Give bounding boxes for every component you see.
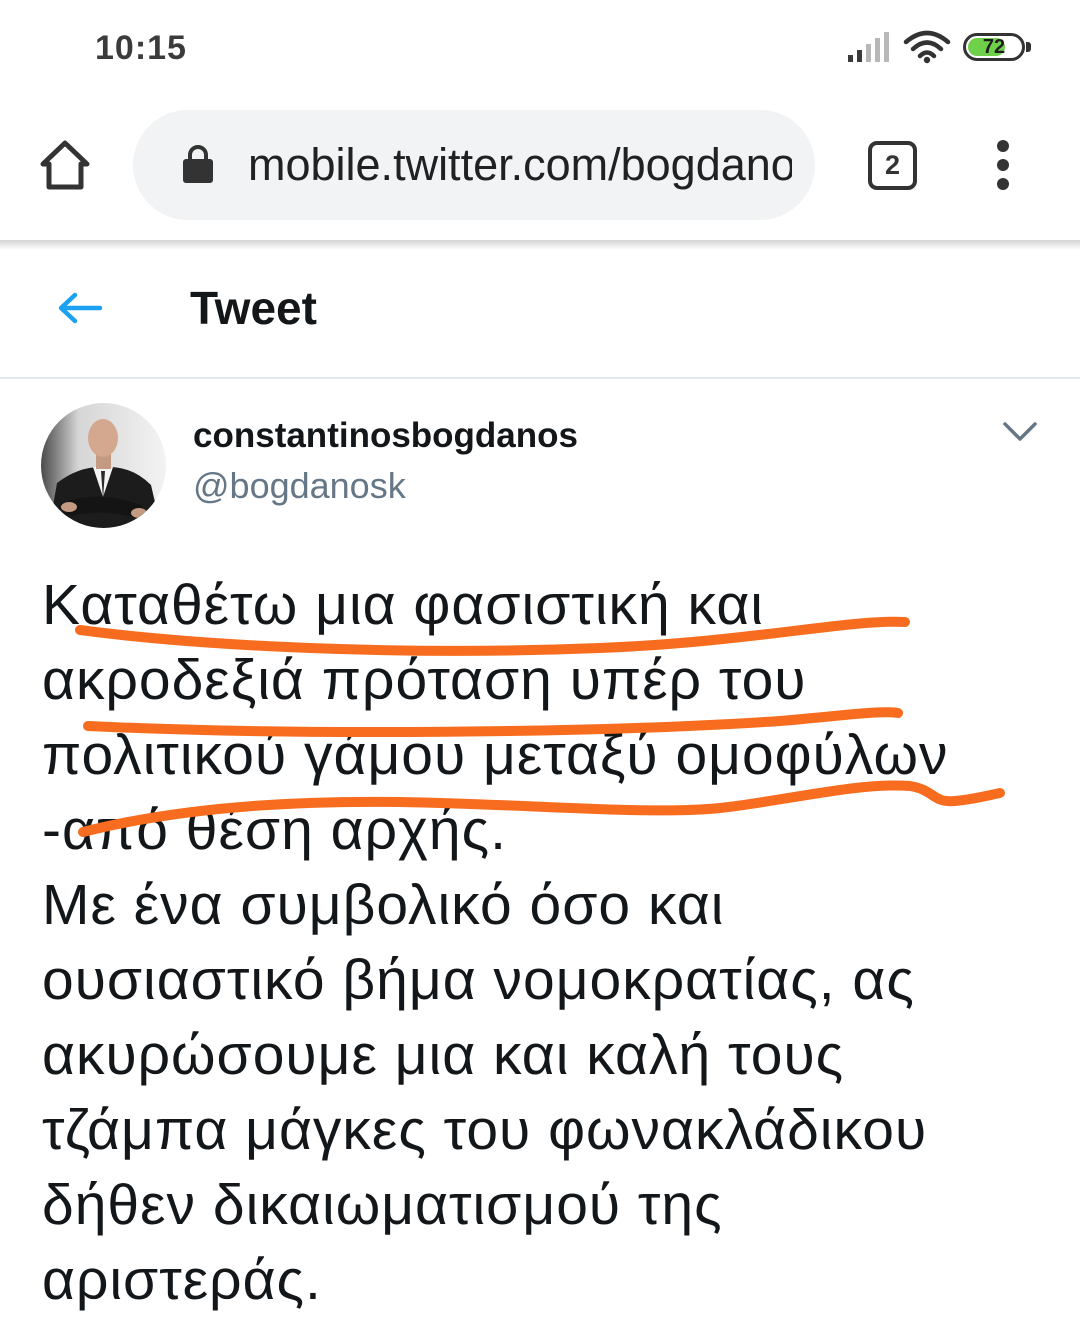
tweet-line: τζάμπα μάγκες του φωνακλάδικου [42, 1098, 928, 1162]
menu-dot [997, 178, 1009, 190]
tweet-text: Καταθέτω μια φασιστική και ακροδεξιά πρό… [42, 568, 1072, 1318]
tweet-line: ακροδεξιά πρόταση υπέρ του [42, 648, 807, 712]
author-handle[interactable]: @bogdanosk [193, 465, 406, 507]
signal-bar [884, 32, 889, 62]
tweet-line: ουσιαστικό βήμα νομοκρατίας, ας [42, 948, 915, 1012]
tweet-line: δήθεν δικαιωματισμού της [42, 1173, 723, 1237]
status-time: 10:15 [95, 29, 187, 67]
tweet-line: Με ένα συμβολικό όσο και [42, 873, 725, 937]
toolbar-shadow [0, 240, 1080, 250]
chevron-down-icon[interactable] [1002, 421, 1038, 443]
url-bar[interactable]: mobile.twitter.com/bogdano [133, 110, 815, 220]
signal-bar [848, 55, 853, 62]
tweet-line: ακυρώσουμε μια και καλή τους [42, 1023, 845, 1087]
arrow-left-icon[interactable] [56, 290, 104, 326]
signal-bar [875, 38, 880, 62]
avatar-hand [61, 502, 77, 512]
tweet-line: αριστεράς. [42, 1248, 322, 1312]
home-outline [40, 140, 90, 190]
chevron-shape [1003, 422, 1037, 441]
tweet-line: Καταθέτω μια φασιστική και [42, 573, 764, 637]
lock-body [183, 159, 213, 183]
home-icon[interactable] [38, 138, 92, 192]
lock-icon [183, 145, 213, 183]
url-text[interactable]: mobile.twitter.com/bogdano [248, 110, 792, 220]
menu-dot [997, 159, 1009, 171]
browser-toolbar: mobile.twitter.com/bogdano 2 [0, 95, 1080, 241]
wifi-dot [923, 56, 931, 64]
wifi-arc [917, 50, 937, 59]
signal-bar [866, 44, 871, 62]
wifi-icon [903, 30, 951, 64]
more-vert-icon[interactable] [995, 138, 1011, 192]
tweet-line: -από θέση αρχής. [42, 798, 507, 862]
avatar-image [41, 403, 166, 528]
battery-nub [1026, 42, 1031, 52]
tweet-line: πολιτικού γάμου μεταξύ ομοφύλων [42, 723, 949, 787]
page-title: Tweet [190, 282, 317, 334]
signal-bar [857, 50, 862, 62]
avatar[interactable] [41, 403, 166, 528]
wifi-arc [910, 40, 944, 52]
header-divider [0, 377, 1080, 379]
battery-level: 72 [982, 36, 1006, 58]
arrow-left-shape [58, 292, 103, 324]
author-name[interactable]: constantinosbogdanos [193, 416, 578, 456]
avatar-hand [131, 508, 147, 518]
avatar-head [88, 419, 118, 457]
signal-icon [848, 32, 889, 62]
tab-switcher-button[interactable]: 2 [868, 141, 917, 190]
status-bar: 10:15 72 [0, 0, 1080, 95]
battery-icon: 72 [963, 33, 1033, 63]
menu-dot [997, 140, 1009, 152]
lock-shackle [188, 145, 208, 161]
